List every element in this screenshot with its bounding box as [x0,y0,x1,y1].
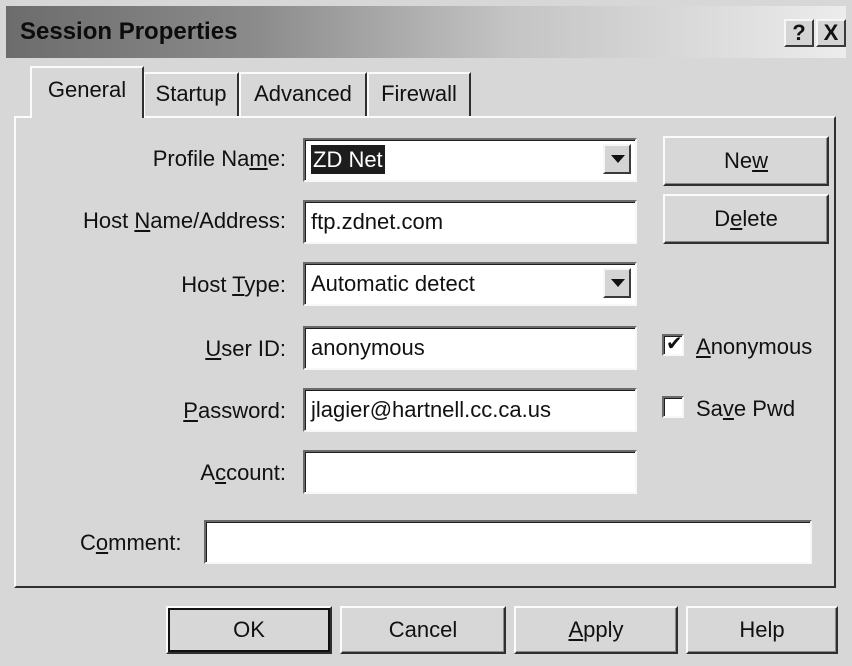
tab-firewall[interactable]: Firewall [367,72,471,116]
session-properties-dialog: Session Properties ? X General Startup A… [0,0,852,666]
user-id-input[interactable]: anonymous [303,326,637,370]
new-button[interactable]: New [663,136,829,186]
password-input[interactable]: jlagier@hartnell.cc.ca.us [303,388,637,432]
host-type-value: Automatic detect [311,271,475,296]
password-label: Password: [183,398,286,423]
save-pwd-checkbox[interactable] [662,396,684,418]
tab-startup[interactable]: Startup [143,72,239,116]
close-button[interactable]: X [816,19,846,47]
host-name-label: Host Name/Address: [83,208,286,233]
apply-button[interactable]: Apply [514,606,678,654]
comment-label: Comment: [80,530,182,555]
window-title: Session Properties [20,18,238,45]
delete-button[interactable]: Delete [663,194,829,244]
tab-advanced[interactable]: Advanced [239,72,367,116]
title-bar[interactable]: Session Properties ? X [6,6,846,58]
comment-input[interactable] [204,520,812,564]
profile-name-combo[interactable]: ZD Net [303,138,637,182]
save-pwd-label[interactable]: Save Pwd [696,396,795,422]
help-button[interactable]: ? [784,19,814,47]
anonymous-checkbox[interactable]: ✔ [662,333,684,356]
chevron-down-icon[interactable] [603,144,631,174]
host-name-input[interactable]: ftp.zdnet.com [303,200,637,244]
profile-name-label: Profile Name: [152,146,286,171]
host-type-label: Host Type: [181,272,286,297]
tab-general[interactable]: General [30,66,144,118]
anonymous-label[interactable]: Anonymous [696,334,812,360]
ok-button[interactable]: OK [166,606,332,654]
help-footer-button[interactable]: Help [686,606,838,654]
user-id-label: User ID: [205,336,286,361]
account-label: Account: [200,460,286,485]
checkmark-icon: ✔ [666,333,683,355]
account-input[interactable] [303,450,637,494]
profile-name-value: ZD Net [311,145,385,174]
chevron-down-icon[interactable] [603,268,631,298]
host-type-combo[interactable]: Automatic detect [303,262,637,306]
cancel-button[interactable]: Cancel [340,606,506,654]
